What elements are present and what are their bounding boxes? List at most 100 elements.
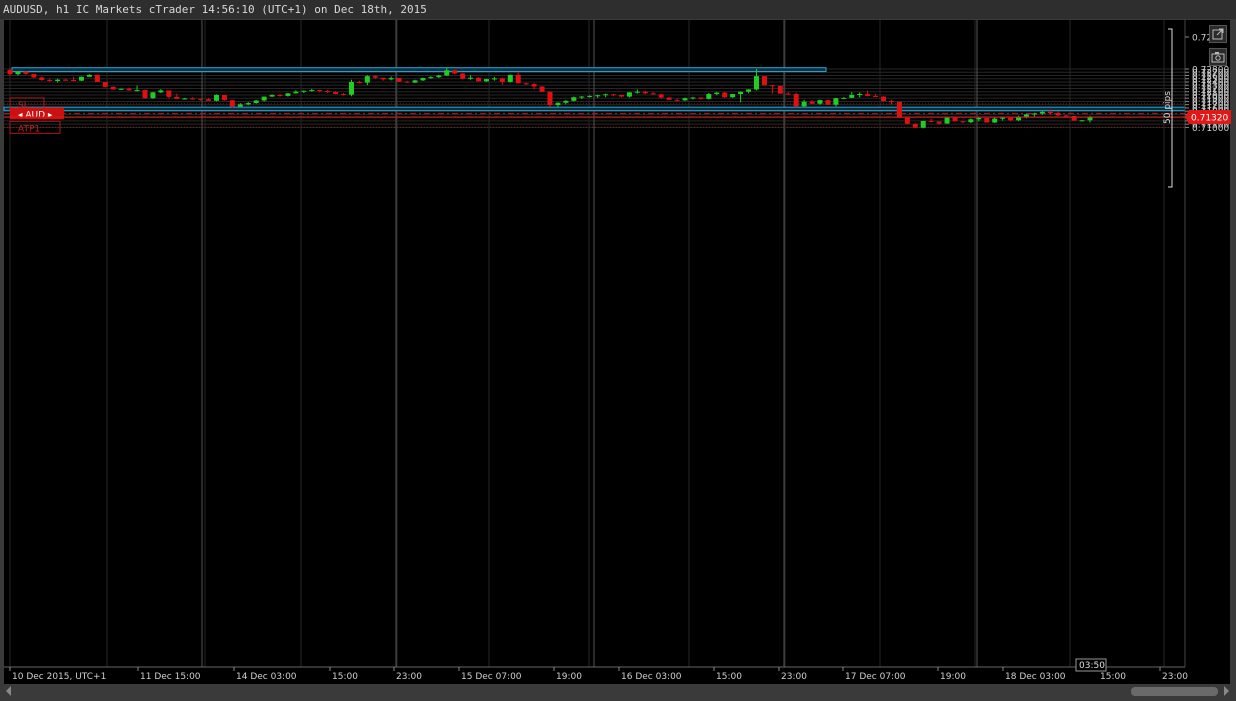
candle-body: [595, 95, 601, 97]
candle[interactable]: [78, 76, 84, 82]
candle-body: [1047, 111, 1053, 114]
candle-body: [920, 120, 926, 128]
x-tick-label: 19:00: [940, 672, 966, 682]
zone-box[interactable]: [11, 67, 827, 73]
candle-body: [785, 93, 791, 95]
candle-body: [1079, 120, 1085, 122]
candle[interactable]: [229, 100, 235, 108]
candle-body: [293, 91, 299, 94]
scroll-left-arrow-icon[interactable]: [6, 686, 11, 696]
camera-icon[interactable]: [1209, 48, 1227, 66]
candle-body: [547, 91, 553, 106]
candle-body: [253, 100, 259, 104]
candle-body: [658, 94, 664, 98]
candle[interactable]: [571, 96, 577, 102]
candle[interactable]: [920, 120, 926, 129]
candle[interactable]: [348, 79, 354, 97]
candle[interactable]: [896, 101, 902, 118]
candle[interactable]: [793, 92, 799, 108]
candle-body: [912, 123, 918, 128]
candle-body: [857, 93, 863, 95]
candle-body: [690, 97, 696, 99]
candle[interactable]: [102, 81, 108, 88]
plot-area[interactable]: [4, 20, 1230, 684]
candle-body: [94, 74, 100, 82]
candle-body: [1000, 117, 1006, 119]
candle-body: [793, 93, 799, 107]
candle-body: [190, 98, 196, 100]
candle[interactable]: [142, 89, 148, 99]
price-chart[interactable]: SL◂ AUD ▸ATP1 0.720.728000.727000.726000…: [0, 19, 1236, 685]
zone-box[interactable]: [3, 106, 1186, 112]
candle[interactable]: [213, 94, 219, 102]
candle-body: [86, 74, 92, 77]
candle[interactable]: [706, 93, 712, 100]
candle-body: [63, 79, 69, 81]
candle-body: [531, 83, 537, 87]
candle-body: [642, 91, 648, 94]
candle-body: [460, 73, 466, 79]
candle-body: [555, 102, 561, 106]
candle[interactable]: [825, 99, 831, 106]
candle-body: [1055, 113, 1061, 116]
candle[interactable]: [476, 77, 482, 82]
candle-body: [237, 104, 243, 107]
candle-body: [809, 101, 815, 104]
candle[interactable]: [460, 72, 466, 80]
candle[interactable]: [452, 69, 458, 75]
popout-icon[interactable]: [1209, 25, 1227, 43]
candle[interactable]: [777, 85, 783, 94]
candle[interactable]: [904, 117, 910, 125]
candle[interactable]: [396, 78, 402, 82]
candle-body: [420, 78, 426, 81]
candle-body: [182, 98, 188, 100]
candle-body: [738, 91, 744, 94]
candle-body: [388, 78, 394, 80]
candle[interactable]: [984, 117, 990, 123]
candle[interactable]: [539, 86, 545, 93]
candle-body: [499, 78, 505, 82]
candle[interactable]: [952, 117, 958, 122]
candle-body: [769, 85, 775, 87]
candle-body: [110, 86, 116, 90]
candle[interactable]: [150, 92, 156, 99]
candle[interactable]: [912, 123, 918, 128]
candle[interactable]: [94, 74, 100, 82]
x-tick-label: 23:00: [781, 672, 807, 682]
candle-body: [603, 94, 609, 96]
candle-body: [206, 99, 212, 101]
candle[interactable]: [221, 94, 227, 101]
x-tick-label: 11 Dec 15:00: [140, 672, 201, 682]
candle-body: [55, 79, 61, 82]
x-tick-label: 16 Dec 03:00: [621, 672, 682, 682]
candle-body: [301, 90, 307, 92]
candle-body: [158, 90, 164, 93]
candle-body: [1023, 114, 1029, 117]
candle[interactable]: [547, 91, 553, 107]
scroll-right-arrow-icon[interactable]: [1224, 686, 1229, 696]
candle-body: [198, 98, 204, 100]
candle[interactable]: [944, 117, 950, 124]
candle-body: [7, 69, 13, 75]
candle-body: [539, 86, 545, 92]
x-tick-label: 15:00: [716, 672, 742, 682]
level-label: ATP1: [18, 124, 40, 134]
horizontal-scrollbar[interactable]: [1131, 687, 1218, 696]
candle-body: [968, 119, 974, 123]
candle-body: [229, 100, 235, 107]
candle[interactable]: [507, 74, 513, 83]
candle-body: [404, 81, 410, 83]
candle[interactable]: [722, 91, 728, 99]
candle-body: [960, 121, 966, 123]
candle-body: [714, 92, 720, 94]
candle-body: [952, 117, 958, 122]
candle-body: [849, 94, 855, 98]
candle[interactable]: [881, 96, 887, 102]
candle-body: [571, 97, 577, 101]
current-price-label: 0.71320: [1191, 114, 1228, 124]
candle-body: [134, 90, 140, 92]
candle-body: [936, 121, 942, 124]
candle[interactable]: [761, 76, 767, 86]
candle-body: [944, 117, 950, 124]
candle-body: [587, 95, 593, 97]
